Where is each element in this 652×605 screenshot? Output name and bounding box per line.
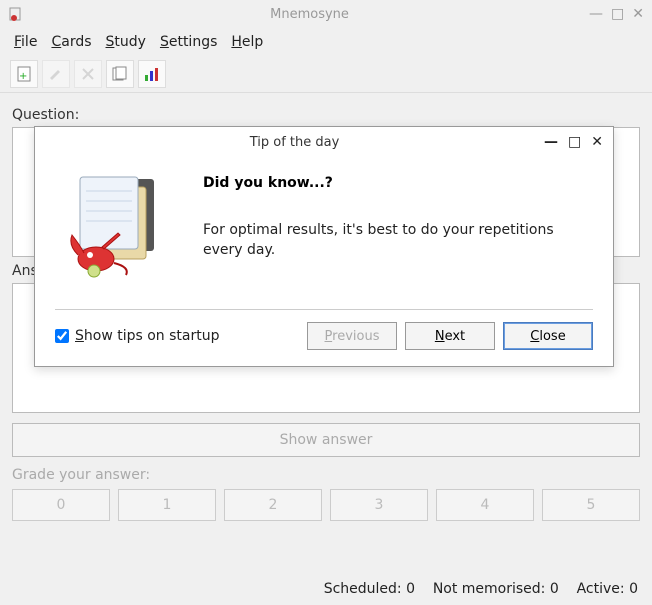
dialog-maximize-icon[interactable]: □ xyxy=(568,134,581,150)
menu-file[interactable]: File xyxy=(14,34,37,50)
question-label: Question: xyxy=(12,107,640,123)
grade-3-button: 3 xyxy=(330,489,428,521)
titlebar: Mnemosyne — □ ✕ xyxy=(0,0,652,28)
status-notmem-value: 0 xyxy=(550,581,559,597)
dialog-body: Did you know...? For optimal results, it… xyxy=(35,157,613,291)
grade-row: 0 1 2 3 4 5 xyxy=(12,489,640,521)
show-tips-checkbox[interactable]: Show tips on startup xyxy=(55,328,220,344)
stats-button[interactable] xyxy=(138,60,166,88)
add-card-button[interactable]: + xyxy=(10,60,38,88)
grade-label: Grade your answer: xyxy=(12,467,640,483)
menu-cards[interactable]: Cards xyxy=(51,34,91,50)
menu-help[interactable]: Help xyxy=(231,34,263,50)
grade-5-button: 5 xyxy=(542,489,640,521)
status-notmem-label: Not memorised: xyxy=(433,581,546,597)
minimize-icon[interactable]: — xyxy=(589,6,603,22)
toolbar: + xyxy=(0,56,652,93)
dialog-title: Tip of the day xyxy=(45,135,544,150)
grade-2-button: 2 xyxy=(224,489,322,521)
maximize-icon[interactable]: □ xyxy=(611,6,624,22)
previous-button: Previous xyxy=(307,322,397,350)
dialog-text-area: Did you know...? For optimal results, it… xyxy=(203,167,593,287)
grade-4-button: 4 xyxy=(436,489,534,521)
delete-button xyxy=(74,60,102,88)
dialog-tip-text: For optimal results, it's best to do you… xyxy=(203,221,593,260)
dialog-close-icon[interactable]: ✕ xyxy=(591,134,603,150)
statusbar: Scheduled: 0 Not memorised: 0 Active: 0 xyxy=(0,573,652,605)
show-tips-checkbox-input[interactable] xyxy=(55,329,69,343)
status-scheduled-value: 0 xyxy=(406,581,415,597)
app-title: Mnemosyne xyxy=(30,7,589,22)
edit-button xyxy=(42,60,70,88)
next-button[interactable]: Next xyxy=(405,322,495,350)
browse-button[interactable] xyxy=(106,60,134,88)
menu-study[interactable]: Study xyxy=(106,34,146,50)
grade-1-button: 1 xyxy=(118,489,216,521)
tip-dialog: Tip of the day — □ ✕ xyxy=(34,126,614,367)
grade-0-button: 0 xyxy=(12,489,110,521)
menubar: File Cards Study Settings Help xyxy=(0,28,652,56)
dialog-minimize-icon[interactable]: — xyxy=(544,134,558,150)
svg-text:+: + xyxy=(19,71,27,82)
app-icon xyxy=(8,6,24,22)
dialog-footer: Show tips on startup Previous Next Close xyxy=(35,310,613,366)
window-controls: — □ ✕ xyxy=(589,6,644,22)
dialog-titlebar: Tip of the day — □ ✕ xyxy=(35,127,613,157)
close-button[interactable]: Close xyxy=(503,322,593,350)
close-icon[interactable]: ✕ xyxy=(632,6,644,22)
menu-settings[interactable]: Settings xyxy=(160,34,217,50)
status-scheduled-label: Scheduled: xyxy=(324,581,402,597)
dialog-heading: Did you know...? xyxy=(203,175,593,191)
show-answer-button: Show answer xyxy=(12,423,640,457)
status-active-label: Active: xyxy=(577,581,625,597)
status-active-value: 0 xyxy=(629,581,638,597)
tip-illustration xyxy=(55,167,185,287)
